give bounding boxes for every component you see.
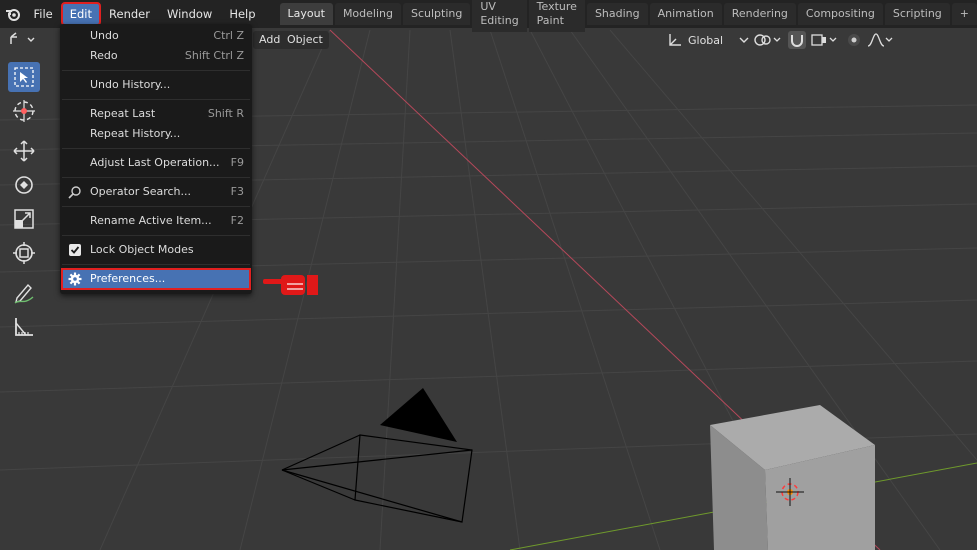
tab-modeling[interactable]: Modeling	[334, 3, 401, 25]
orientation-value: Global	[688, 33, 724, 47]
camera-object[interactable]	[281, 388, 473, 523]
pivot-point-icon	[754, 34, 781, 46]
falloff-curve-icon	[867, 33, 893, 47]
menu-separator	[62, 264, 250, 265]
tool-select-box[interactable]	[8, 62, 40, 92]
object-menu-button[interactable]: Object	[281, 31, 329, 49]
tab-shading[interactable]: Shading	[586, 3, 648, 25]
tool-move[interactable]	[8, 136, 40, 166]
tool-annotate[interactable]	[8, 278, 40, 308]
tab-compositing[interactable]: Compositing	[797, 3, 883, 25]
menu-help[interactable]: Help	[221, 3, 263, 25]
orientation-icon	[669, 34, 681, 46]
menu-item-shortcut: Shift R	[207, 107, 244, 120]
transform-icon	[13, 242, 35, 264]
menu-item-label: Lock Object Modes	[90, 243, 194, 256]
menu-separator	[62, 177, 250, 178]
search-icon	[68, 186, 81, 199]
tab-scripting[interactable]: Scripting	[884, 3, 950, 25]
menu-item-preferences[interactable]: Preferences...	[61, 268, 251, 290]
tool-scale[interactable]	[8, 204, 40, 234]
pointing-hand-icon	[263, 270, 321, 301]
menu-item-label: Undo	[90, 29, 119, 42]
menu-item-label: Adjust Last Operation...	[90, 156, 220, 169]
pivot-point-dropdown[interactable]	[752, 31, 784, 49]
menu-item-shortcut: F3	[230, 185, 244, 198]
tab-animation[interactable]: Animation	[649, 3, 722, 25]
menu-item-shortcut: Ctrl Z	[213, 29, 244, 42]
menu-item-rename-active-item[interactable]: Rename Active Item... F2	[62, 211, 250, 231]
tab-rendering[interactable]: Rendering	[723, 3, 796, 25]
proportional-editing-icon	[848, 34, 860, 46]
tab-layout[interactable]: Layout	[279, 3, 333, 25]
menu-item-label: Preferences...	[90, 272, 166, 285]
menu-item-shortcut: F2	[230, 214, 244, 227]
editor-type-button[interactable]	[8, 31, 38, 49]
menu-item-shortcut: Shift Ctrl Z	[184, 49, 244, 62]
move-icon	[13, 140, 35, 162]
cube-object[interactable]	[710, 405, 875, 550]
editor-type-icon	[10, 32, 35, 44]
tool-shelf	[8, 62, 46, 346]
menu-item-adjust-last-operation[interactable]: Adjust Last Operation... F9	[62, 153, 250, 173]
snap-increment-icon	[811, 34, 837, 46]
menu-item-label: Operator Search...	[90, 185, 192, 198]
add-workspace-button[interactable]: +	[951, 3, 977, 25]
magnet-icon	[791, 35, 803, 47]
menu-item-label: Undo History...	[90, 78, 171, 91]
menu-item-label: Repeat History...	[90, 127, 181, 140]
menu-item-undo-history[interactable]: Undo History...	[62, 75, 250, 95]
menu-separator	[62, 70, 250, 71]
tab-sculpting[interactable]: Sculpting	[402, 3, 471, 25]
snap-toggle[interactable]	[788, 31, 806, 49]
menu-item-operator-search[interactable]: Operator Search... F3	[62, 182, 250, 202]
edit-menu-dropdown: Undo Ctrl Z Redo Shift Ctrl Z Undo Histo…	[60, 24, 252, 294]
tool-rotate[interactable]	[8, 170, 40, 200]
transform-orientation-dropdown[interactable]: Global	[666, 31, 751, 49]
cursor-icon	[13, 100, 35, 122]
tool-transform[interactable]	[8, 238, 40, 268]
proportional-editing-toggle[interactable]	[844, 31, 864, 49]
tool-measure[interactable]	[8, 312, 40, 342]
menu-item-redo[interactable]: Redo Shift Ctrl Z	[62, 46, 250, 66]
rotate-icon	[15, 176, 33, 194]
menu-window[interactable]: Window	[159, 3, 220, 25]
menu-item-undo[interactable]: Undo Ctrl Z	[62, 26, 250, 46]
blender-logo-icon[interactable]	[0, 0, 25, 28]
menu-item-shortcut: F9	[230, 156, 244, 169]
menu-item-label: Redo	[90, 49, 118, 62]
menu-separator	[62, 99, 250, 100]
menu-separator	[62, 235, 250, 236]
menu-render[interactable]: Render	[101, 3, 158, 25]
chevron-down-icon	[739, 37, 749, 43]
menu-file[interactable]: File	[25, 3, 60, 25]
gear-icon	[68, 272, 82, 286]
menu-item-lock-object-modes[interactable]: Lock Object Modes	[62, 240, 250, 260]
menu-separator	[62, 148, 250, 149]
menu-separator	[62, 206, 250, 207]
menu-item-repeat-history[interactable]: Repeat History...	[62, 124, 250, 144]
measure-icon	[15, 318, 33, 336]
proportional-falloff-dropdown[interactable]	[866, 31, 896, 49]
menu-edit[interactable]: Edit	[60, 2, 102, 26]
scale-icon	[14, 209, 34, 229]
select-box-icon	[14, 67, 34, 87]
checkbox-checked-icon[interactable]	[68, 243, 82, 257]
menu-item-repeat-last[interactable]: Repeat Last Shift R	[62, 104, 250, 124]
annotate-icon	[14, 283, 34, 304]
snap-target-dropdown[interactable]	[810, 31, 840, 49]
menu-item-label: Repeat Last	[90, 107, 156, 120]
tool-cursor[interactable]	[8, 96, 40, 126]
menu-item-label: Rename Active Item...	[90, 214, 212, 227]
workspace-tabs: Layout Modeling Sculpting UV Editing Tex…	[279, 0, 977, 32]
